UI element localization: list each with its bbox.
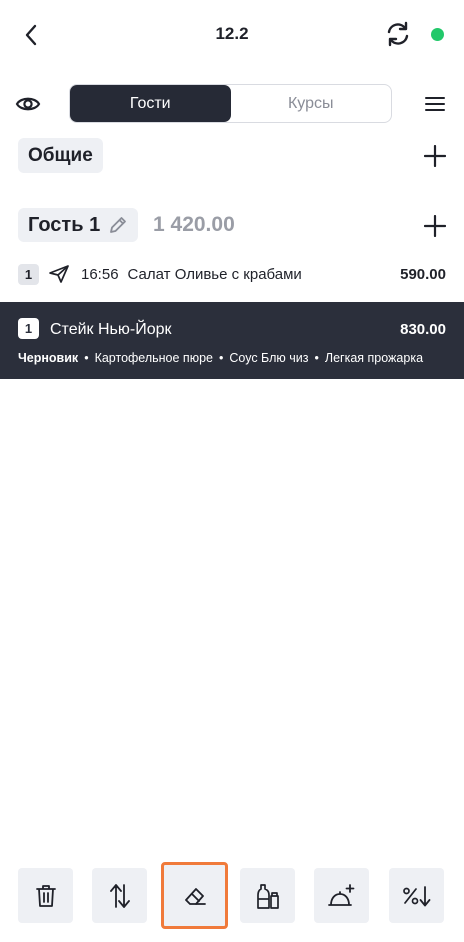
item-price: 830.00 — [400, 321, 446, 338]
item-name: Стейк Нью-Йорк — [50, 321, 172, 338]
draft-status: Черновик — [18, 351, 79, 365]
add-general-button[interactable] — [422, 143, 448, 169]
eraser-icon — [184, 887, 206, 905]
chevron-left-icon — [25, 24, 37, 46]
quantity-badge: 1 — [18, 318, 39, 339]
order-item-row[interactable]: 1 16:56 Салат Оливье с крабами 590.00 — [18, 262, 446, 286]
add-dish-button[interactable] — [314, 868, 369, 923]
guest-total: 1 420.00 — [153, 213, 235, 236]
menu-button[interactable] — [423, 92, 447, 116]
quantity-badge: 1 — [18, 263, 39, 285]
sort-button[interactable] — [92, 868, 147, 923]
discount-icon — [402, 885, 430, 906]
seasoning-button[interactable] — [240, 868, 295, 923]
trash-icon — [35, 884, 56, 907]
eye-icon — [15, 97, 41, 111]
modifier: Легкая прожарка — [324, 351, 424, 365]
section-general[interactable]: Общие — [18, 138, 103, 173]
tab-courses[interactable]: Курсы — [231, 85, 392, 122]
back-button[interactable] — [14, 20, 48, 50]
item-time: 16:56 — [81, 265, 119, 283]
tab-guests[interactable]: Гости — [70, 85, 231, 122]
send-icon — [49, 265, 69, 283]
discount-button[interactable] — [389, 868, 444, 923]
plus-icon — [424, 145, 446, 167]
item-price: 590.00 — [400, 265, 446, 283]
refresh-icon — [387, 21, 409, 47]
hamburger-icon — [425, 97, 445, 111]
view-switcher: Гости Курсы — [69, 84, 392, 123]
delete-button[interactable] — [18, 868, 73, 923]
guest-chip[interactable]: Гость 1 — [18, 208, 139, 242]
pencil-icon[interactable] — [108, 215, 128, 235]
modifier: Картофельное пюре — [94, 351, 213, 365]
add-dish-icon — [327, 883, 354, 906]
sync-button[interactable] — [382, 18, 414, 50]
edit-button[interactable] — [161, 862, 228, 929]
item-name: Салат Оливье с крабами — [127, 265, 302, 283]
add-guest-item-button[interactable] — [422, 213, 448, 239]
sort-icon — [109, 883, 130, 908]
guest-label: Гость 1 — [28, 214, 101, 236]
online-status-dot — [431, 28, 444, 41]
modifier: Соус Блю чиз — [229, 351, 309, 365]
visibility-toggle[interactable] — [14, 90, 42, 118]
plus-icon — [424, 215, 446, 237]
seasoning-icon — [256, 883, 279, 909]
item-modifiers: Черновик • Картофельное пюре • Соус Блю чиз •… — [18, 351, 424, 365]
order-item-row-selected[interactable]: 1 Стейк Нью-Йорк 830.00 Черновик • Картофе… — [0, 302, 464, 379]
